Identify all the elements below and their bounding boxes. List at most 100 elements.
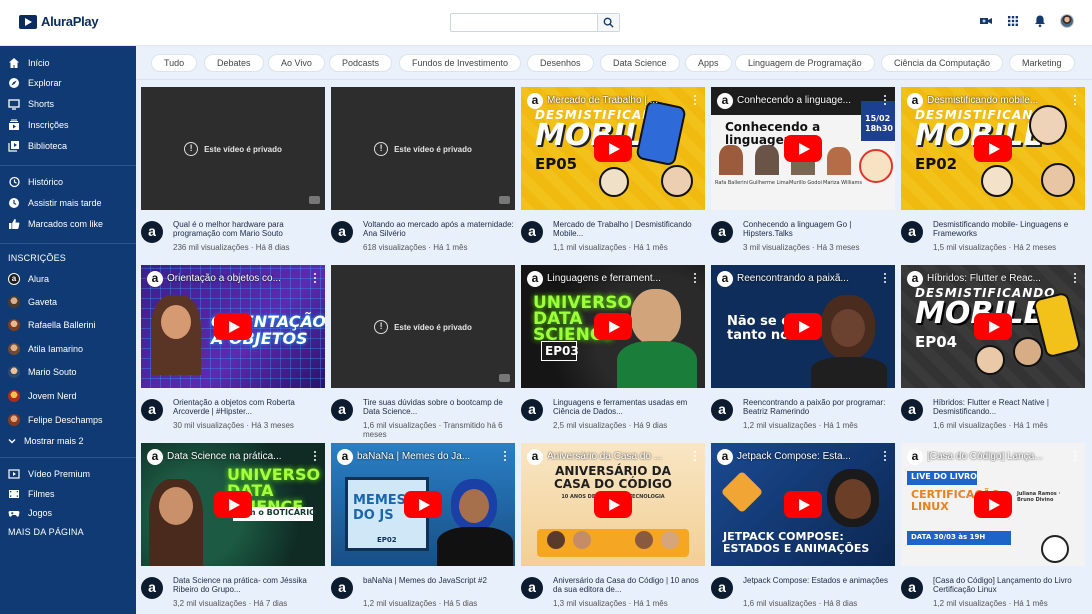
channel-avatar[interactable]: a: [141, 577, 163, 599]
more-options-icon[interactable]: [884, 451, 887, 462]
channel-avatar[interactable]: a: [901, 399, 923, 421]
chip-linguagem-de-programacao[interactable]: Linguagem de Programação: [735, 54, 875, 72]
channel-avatar[interactable]: a: [901, 221, 923, 243]
sidebar-item-jogos[interactable]: Jogos: [8, 504, 52, 522]
chip-ciencia-da-computacao[interactable]: Ciência da Computação: [881, 54, 1004, 72]
video-title[interactable]: Data Science na prática- com Jéssika Rib…: [173, 576, 325, 594]
subscription-item[interactable]: Felipe Deschamps: [8, 411, 103, 429]
video-thumbnail[interactable]: ORIENTAÇÃO A OBJETOS a Orientação a obje…: [141, 265, 325, 388]
video-title[interactable]: baNaNa | Memes do JavaScript #2: [363, 576, 515, 585]
video-title[interactable]: Orientação a objetos com Roberta Arcover…: [173, 398, 325, 416]
more-options-icon[interactable]: [884, 273, 887, 284]
more-options-icon[interactable]: [694, 273, 697, 284]
chip-apps[interactable]: Apps: [685, 54, 732, 72]
video-thumbnail[interactable]: LIVE DO LIVRO CERTIFICAÇÃO LINUX Juliana…: [901, 443, 1085, 566]
video-thumbnail[interactable]: DESMISTIFICANDO MOBILE EP02 a Desmistifi…: [901, 87, 1085, 210]
video-thumbnail[interactable]: DESMISTIFICANDO MOBILE EP05 a Mercado de…: [521, 87, 705, 210]
sidebar-item-assistir-mais-tarde[interactable]: Assistir mais tarde: [8, 194, 102, 212]
play-button-icon[interactable]: [974, 135, 1012, 162]
more-options-icon[interactable]: [694, 451, 697, 462]
play-button-icon[interactable]: [974, 313, 1012, 340]
video-title[interactable]: Jetpack Compose: Estados e animações: [743, 576, 895, 585]
video-title[interactable]: Conhecendo a linguagem Go | Hipsters.Tal…: [743, 220, 895, 238]
chip-ao-vivo[interactable]: Ao Vivo: [268, 54, 325, 72]
channel-avatar[interactable]: a: [331, 577, 353, 599]
sidebar-item-filmes[interactable]: Filmes: [8, 485, 55, 503]
channel-avatar[interactable]: a: [331, 221, 353, 243]
sidebar-item-video-premium[interactable]: Vídeo Premium: [8, 465, 90, 483]
play-button-icon[interactable]: [784, 135, 822, 162]
play-button-icon[interactable]: [214, 313, 252, 340]
subscription-item[interactable]: Atila Iamarino: [8, 340, 83, 358]
more-options-icon[interactable]: [884, 95, 887, 106]
more-options-icon[interactable]: [504, 451, 507, 462]
subscription-item[interactable]: Mario Souto: [8, 363, 77, 381]
play-button-icon[interactable]: [784, 491, 822, 518]
create-video-icon[interactable]: [979, 14, 993, 28]
subscription-item[interactable]: Jovem Nerd: [8, 387, 77, 405]
channel-avatar[interactable]: a: [141, 221, 163, 243]
video-title[interactable]: Desmistificando mobile- Linguagens e Fra…: [933, 220, 1085, 238]
more-options-icon[interactable]: [314, 273, 317, 284]
subscription-item[interactable]: Rafaella Ballerini: [8, 316, 96, 334]
more-options-icon[interactable]: [314, 451, 317, 462]
video-thumbnail[interactable]: UNIVERSO DATA SCIENCE com o BOTICÁRIO a …: [141, 443, 325, 566]
channel-avatar[interactable]: a: [711, 577, 733, 599]
show-more-button[interactable]: Mostrar mais 2: [8, 432, 84, 450]
sidebar-item-biblioteca[interactable]: Biblioteca: [8, 137, 67, 155]
video-title[interactable]: Voltando ao mercado após a maternidade: …: [363, 220, 515, 238]
sidebar-item-inscricoes[interactable]: Inscrições: [8, 116, 69, 134]
subscription-item[interactable]: Gaveta: [8, 293, 57, 311]
video-thumbnail[interactable]: ANIVERSÁRIO DA CASA DO CÓDIGO 10 ANOS DE…: [521, 443, 705, 566]
video-thumbnail[interactable]: MEMES DO JS EP02 a baNaNa | Memes do Ja.…: [331, 443, 515, 566]
sidebar-item-shorts[interactable]: Shorts: [8, 95, 54, 113]
chip-tudo[interactable]: Tudo: [151, 54, 198, 72]
video-title[interactable]: Tire suas dúvidas sobre o bootcamp de Da…: [363, 398, 515, 416]
more-options-icon[interactable]: [1074, 451, 1077, 462]
sidebar-item-marcados-com-like[interactable]: Marcados com like: [8, 215, 103, 233]
chip-desenhos[interactable]: Desenhos: [527, 54, 594, 72]
sidebar-item-explorar[interactable]: Explorar: [8, 74, 62, 92]
video-thumbnail[interactable]: DESMISTIFICANDO MOBILE EP04 a Híbridos: …: [901, 265, 1085, 388]
video-title[interactable]: Mercado de Trabalho | Desmistificando Mo…: [553, 220, 705, 238]
video-thumbnail[interactable]: JETPACK COMPOSE: ESTADOS E ANIMAÇÕES a J…: [711, 443, 895, 566]
video-title[interactable]: Aniversário da Casa do Código | 10 anos …: [553, 576, 705, 594]
channel-avatar[interactable]: a: [711, 399, 733, 421]
channel-avatar[interactable]: a: [331, 399, 353, 421]
video-thumbnail-private[interactable]: ! Este vídeo é privado: [331, 265, 515, 388]
chip-marketing[interactable]: Marketing: [1009, 54, 1075, 72]
play-button-icon[interactable]: [594, 135, 632, 162]
more-options-icon[interactable]: [694, 95, 697, 106]
bell-icon[interactable]: [1033, 14, 1047, 28]
channel-avatar[interactable]: a: [711, 221, 733, 243]
video-title[interactable]: Qual é o melhor hardware para programaçã…: [173, 220, 325, 238]
play-button-icon[interactable]: [214, 491, 252, 518]
video-thumbnail[interactable]: Não se co tanto no i a Reencontrando a p…: [711, 265, 895, 388]
video-thumbnail-private[interactable]: ! Este vídeo é privado: [141, 87, 325, 210]
alura-play-logo[interactable]: AluraPlay: [19, 14, 99, 29]
play-button-icon[interactable]: [784, 313, 822, 340]
chip-data-science[interactable]: Data Science: [600, 54, 680, 72]
channel-avatar[interactable]: a: [901, 577, 923, 599]
user-avatar[interactable]: [1060, 14, 1074, 28]
play-button-icon[interactable]: [404, 491, 442, 518]
video-title[interactable]: Linguagens e ferramentas usadas em Ciênc…: [553, 398, 705, 416]
more-options-icon[interactable]: [1074, 95, 1077, 106]
play-button-icon[interactable]: [974, 491, 1012, 518]
video-title[interactable]: Híbridos: Flutter e React Native | Desmi…: [933, 398, 1085, 416]
video-thumbnail-private[interactable]: ! Este vídeo é privado: [331, 87, 515, 210]
channel-avatar[interactable]: a: [521, 577, 543, 599]
channel-avatar[interactable]: a: [521, 399, 543, 421]
video-title[interactable]: [Casa do Código] Lançamento do Livro Cer…: [933, 576, 1085, 594]
chip-debates[interactable]: Debates: [204, 54, 264, 72]
more-options-icon[interactable]: [1074, 273, 1077, 284]
search-button[interactable]: [597, 14, 619, 31]
chip-podcasts[interactable]: Podcasts: [329, 54, 393, 72]
play-button-icon[interactable]: [594, 313, 632, 340]
channel-avatar[interactable]: a: [521, 221, 543, 243]
video-thumbnail[interactable]: Conhecendo a linguagem Go 15/02 18h30 Ra…: [711, 87, 895, 210]
video-thumbnail[interactable]: UNIVERSO DATA SCIENCE EP03 a Linguagens …: [521, 265, 705, 388]
chip-fundos-de-investimento[interactable]: Fundos de Investimento: [399, 54, 522, 72]
sidebar-item-inicio[interactable]: Início: [8, 54, 50, 72]
subscription-item[interactable]: a Alura: [8, 270, 49, 288]
